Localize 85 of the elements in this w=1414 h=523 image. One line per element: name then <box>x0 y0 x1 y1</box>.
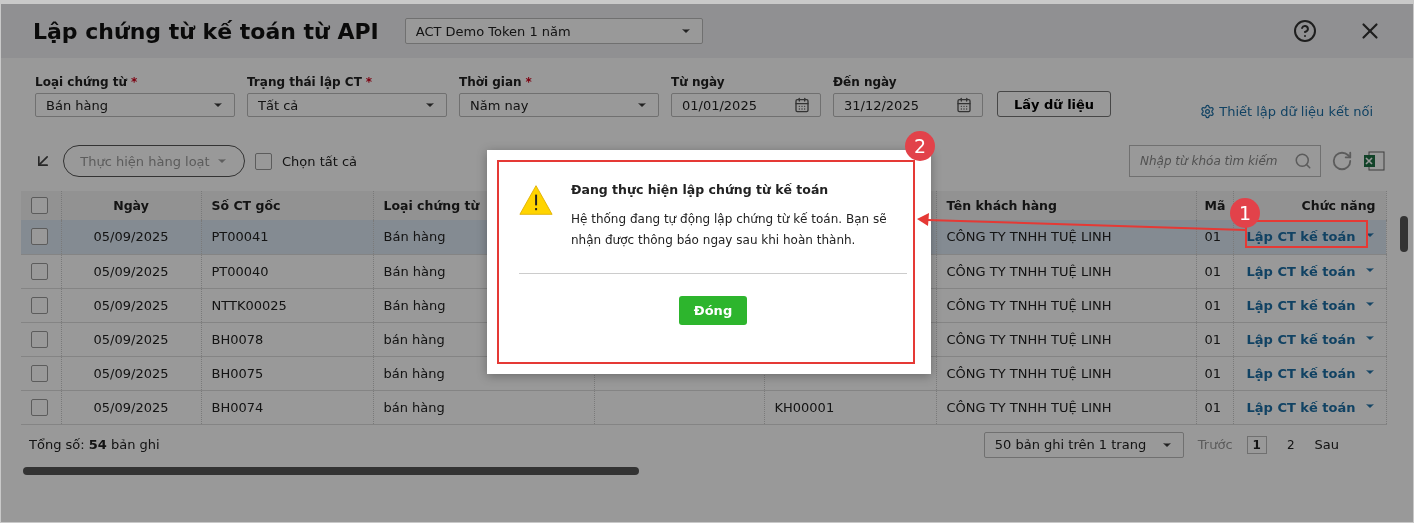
excel-icon[interactable] <box>1363 150 1385 172</box>
column-header: Mã <box>1204 198 1226 213</box>
table-cell: 05/09/2025 <box>93 263 169 279</box>
search-field[interactable]: Nhập từ khóa tìm kiếm <box>1129 145 1321 177</box>
table-cell: 01 <box>1204 297 1222 313</box>
field-label: Thời gian <box>459 75 522 89</box>
table-cell: Bán hàng <box>383 263 446 279</box>
table-cell: BH0078 <box>211 331 264 347</box>
field-label: Từ ngày <box>671 75 725 89</box>
action-link[interactable]: Lập CT kế toán <box>1246 331 1356 347</box>
table-cell: Bán hàng <box>383 229 446 245</box>
checkbox[interactable] <box>31 228 48 246</box>
token-select[interactable]: ACT Demo Token 1 năm <box>404 18 703 44</box>
field-label: Trạng thái lập CT <box>247 75 362 89</box>
dialog-title: Đang thực hiện lập chứng từ kế toán <box>571 182 830 197</box>
select-field[interactable]: Năm nay <box>459 93 659 117</box>
table-cell: bán hàng <box>383 331 445 347</box>
page-number[interactable]: 1 <box>1246 435 1267 454</box>
scrollbar[interactable] <box>1400 216 1408 252</box>
page-size-select[interactable]: 50 bản ghi trên 1 trang <box>983 431 1184 458</box>
field-label: Loại chứng từ <box>35 75 128 89</box>
search-icon[interactable] <box>1294 152 1312 170</box>
table-cell: CÔNG TY TNHH TUỆ LINH <box>946 331 1112 347</box>
table-cell: NTTK00025 <box>211 297 287 313</box>
fetch-button[interactable]: Lấy dữ liệu <box>997 91 1112 117</box>
page-number[interactable]: 2 <box>1280 435 1301 454</box>
window-title: Lập chứng từ kế toán từ API <box>33 18 379 44</box>
checkbox[interactable] <box>31 364 48 382</box>
table-cell: 01 <box>1204 229 1222 245</box>
column-header: Chức năng <box>1301 198 1376 213</box>
table-cell: CÔNG TY TNHH TUỆ LINH <box>946 399 1112 415</box>
gear-icon[interactable] <box>1200 104 1216 119</box>
help-icon[interactable] <box>1293 19 1317 43</box>
table-cell: CÔNG TY TNHH TUỆ LINH <box>946 263 1112 279</box>
table-cell: 01 <box>1204 263 1222 279</box>
select-field[interactable]: Bán hàng <box>35 93 235 117</box>
table-cell: 05/09/2025 <box>93 297 169 313</box>
table-cell: 05/09/2025 <box>93 229 169 245</box>
table-cell: CÔNG TY TNHH TUỆ LINH <box>946 365 1112 381</box>
action-link[interactable]: Lập CT kế toán <box>1246 263 1356 279</box>
table-cell: PT00041 <box>211 229 269 245</box>
settings-link[interactable]: Thiết lập dữ liệu kết nối <box>1200 104 1373 119</box>
refresh-icon[interactable] <box>1331 150 1353 172</box>
date-field[interactable]: 01/01/2025 <box>671 93 821 117</box>
required-mark: * <box>131 75 138 89</box>
table-cell: CÔNG TY TNHH TUỆ LINH <box>946 297 1112 313</box>
table-cell: Bán hàng <box>383 297 446 313</box>
table-cell: BH0075 <box>211 365 264 381</box>
required-mark: * <box>365 75 373 89</box>
table-cell: 05/09/2025 <box>93 365 169 381</box>
required-mark: * <box>525 75 532 89</box>
checkbox[interactable] <box>31 330 48 348</box>
table-row[interactable]: 05/09/2025 BH0074 bán hàng KH00001 CÔNG TY TNHH TUỆ LINH 01 Lập CT kế toán <box>21 390 1386 424</box>
next-link[interactable]: Sau <box>1314 437 1339 452</box>
table-cell: 01 <box>1204 331 1222 347</box>
date-field[interactable]: 31/12/2025 <box>833 93 983 117</box>
field-label: Đến ngày <box>833 75 897 89</box>
table-cell: bán hàng <box>383 399 445 415</box>
action-link[interactable]: Lập CT kế toán <box>1246 399 1356 415</box>
total-count: Tổng số: 54 bản ghi <box>29 437 160 452</box>
checkbox-label: Chọn tất cả <box>282 153 358 169</box>
table-cell: 01 <box>1204 365 1222 381</box>
calendar-icon[interactable] <box>794 97 810 113</box>
warning-icon <box>519 182 553 218</box>
column-header: Số CT gốc <box>211 198 281 213</box>
table-cell: 01 <box>1204 399 1222 415</box>
checkbox[interactable] <box>31 262 48 280</box>
action-link[interactable]: Lập CT kế toán <box>1246 297 1356 313</box>
column-header: Loại chứng từ <box>383 198 480 213</box>
table-cell: PT00040 <box>211 263 269 279</box>
select-field[interactable]: Tất cả <box>247 93 447 117</box>
column-header: Tên khách hàng <box>946 198 1057 213</box>
table-cell: CÔNG TY TNHH TUỆ LINH <box>946 229 1112 245</box>
calendar-icon[interactable] <box>956 97 972 113</box>
table-cell: bán hàng <box>383 365 445 381</box>
table-cell: KH00001 <box>774 399 835 415</box>
column-header: Ngày <box>113 198 149 213</box>
table-cell: 05/09/2025 <box>93 331 169 347</box>
checkbox[interactable] <box>31 398 48 416</box>
table-cell: 05/09/2025 <box>93 399 169 415</box>
table-cell: BH0074 <box>211 399 264 415</box>
checkbox[interactable] <box>255 152 272 170</box>
checkbox[interactable] <box>31 197 48 214</box>
action-link[interactable]: Lập CT kế toán <box>1246 365 1356 381</box>
checkbox[interactable] <box>31 296 48 314</box>
